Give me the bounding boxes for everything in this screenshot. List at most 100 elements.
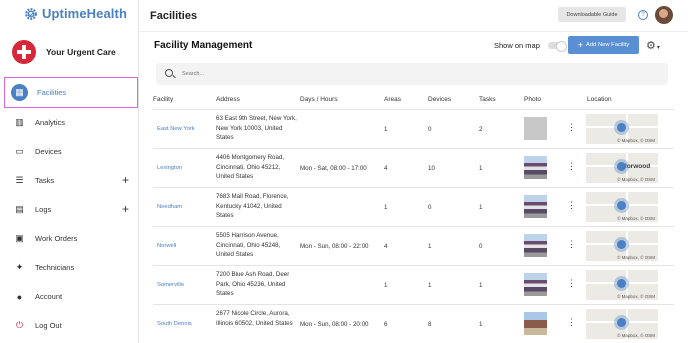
downloadable-guide-button[interactable]: Downloadable Guide (558, 7, 626, 22)
list-icon: ☰ (15, 175, 24, 185)
facility-photo[interactable] (524, 312, 547, 335)
sidebar-nav: ▦ Facilities ▥ Analytics ▭ Devices ☰ Tasks + ▤ Log… (0, 77, 139, 340)
clipboard-icon: ▣ (15, 233, 24, 243)
sidebar-item-devices[interactable]: ▭ Devices (0, 137, 139, 166)
sidebar-item-technicians[interactable]: ✦ Technicians (0, 253, 139, 282)
table-row[interactable]: Lexington 4406 Montgomery Road, Cincinnat… (153, 148, 674, 187)
row-menu-icon[interactable]: ⋮ (567, 162, 576, 171)
main-content: Facilities Downloadable Guide ? Facility… (139, 0, 688, 343)
facility-devices: 0 (428, 204, 432, 211)
facility-tasks: 1 (479, 321, 483, 328)
facility-photo[interactable] (524, 273, 547, 296)
facility-photo[interactable] (524, 156, 547, 179)
location-map[interactable]: © Mapbox, © OSM (586, 192, 658, 222)
app-logo[interactable]: UptimeHealth (24, 6, 127, 21)
location-map[interactable]: © Mapbox, © OSM (586, 309, 658, 339)
help-icon[interactable]: ? (638, 10, 648, 20)
row-menu-icon[interactable]: ⋮ (567, 123, 576, 132)
map-credit: © Mapbox, © OSM (617, 138, 655, 143)
facility-address: 63 East 9th Street, New York, New York 1… (216, 115, 297, 142)
sidebar-item-label: Account (35, 292, 63, 301)
devices-icon: ▭ (15, 146, 24, 156)
location-pin-icon (617, 240, 626, 249)
facility-tasks: 1 (479, 204, 483, 211)
facility-address: 7200 Blue Ash Road, Deer Park, Ohio 4523… (216, 271, 290, 298)
facility-devices: 8 (428, 321, 432, 328)
avatar[interactable] (655, 6, 673, 24)
table-row[interactable]: East New York 63 East 9th Street, New Yor… (153, 109, 674, 148)
facility-areas: 4 (384, 165, 388, 172)
location-map[interactable]: © Mapbox, © OSM (586, 270, 658, 300)
facility-areas: 1 (384, 126, 388, 133)
sidebar-item-label: Logs (35, 205, 52, 214)
add-new-facility-button[interactable]: + Add New Facility (568, 36, 639, 54)
facility-areas: 6 (384, 321, 388, 328)
facility-areas: 4 (384, 243, 388, 250)
sidebar-item-analytics[interactable]: ▥ Analytics (0, 108, 139, 137)
col-areas[interactable]: Areas (384, 96, 401, 103)
map-credit: © Mapbox, © OSM (617, 294, 655, 299)
table-row[interactable]: Needham 7683 Mall Road, Florence, Kentuck… (153, 187, 674, 226)
building-icon: ▦ (11, 84, 28, 101)
org-name: Your Urgent Care (46, 47, 116, 57)
facility-hours: Mon - Sun, 08:00 - 22:00 (300, 243, 369, 250)
sidebar-item-label: Analytics (35, 118, 66, 127)
location-pin-icon (617, 123, 626, 132)
row-menu-icon[interactable]: ⋮ (567, 240, 576, 249)
row-menu-icon[interactable]: ⋮ (567, 279, 576, 288)
add-tasks-plus-icon[interactable]: + (122, 174, 129, 186)
sidebar-item-label: Work Orders (35, 234, 78, 243)
facility-link[interactable]: East New York (157, 126, 195, 132)
col-tasks: Tasks (479, 96, 496, 103)
location-map[interactable]: Norwood © Mapbox, © OSM (586, 153, 658, 183)
show-on-map-toggle[interactable] (548, 41, 567, 52)
search-input[interactable] (182, 67, 482, 81)
red-cross-icon (12, 40, 36, 64)
table-row[interactable]: Norwell 5505 Harrison Avenue, Cincinnati,… (153, 226, 674, 265)
location-map[interactable]: © Mapbox, © OSM (586, 114, 658, 144)
row-menu-icon[interactable]: ⋮ (567, 201, 576, 210)
add-logs-plus-icon[interactable]: + (122, 203, 129, 215)
page-title: Facilities (150, 10, 198, 22)
table-row[interactable]: Somerville 7200 Blue Ash Road, Deer Park,… (153, 265, 674, 304)
sidebar-item-work-orders[interactable]: ▣ Work Orders (0, 224, 139, 253)
facility-link[interactable]: Somerville (157, 282, 184, 288)
org-switcher[interactable]: Your Urgent Care (12, 40, 116, 64)
col-devices[interactable]: Devices (428, 96, 451, 103)
facility-link[interactable]: Needham (157, 204, 182, 210)
facility-photo[interactable] (524, 195, 547, 218)
table-row[interactable]: South Dennis 2677 Nicole Circle, Aurora, … (153, 304, 674, 343)
col-days-hours[interactable]: Days / Hours (300, 96, 338, 103)
facility-link[interactable]: Lexington (157, 165, 182, 171)
sidebar-item-facilities[interactable]: ▦ Facilities (4, 77, 138, 108)
facility-photo[interactable] (524, 117, 547, 140)
col-address[interactable]: Address (216, 96, 240, 103)
top-bar: Facilities Downloadable Guide ? (139, 0, 688, 32)
facility-photo[interactable] (524, 234, 547, 257)
location-map[interactable]: © Mapbox, © OSM (586, 231, 658, 261)
sidebar-item-label: Facilities (37, 88, 67, 97)
facility-devices: 0 (428, 126, 432, 133)
map-credit: © Mapbox, © OSM (617, 216, 655, 221)
sidebar: UptimeHealth Your Urgent Care ▦ Facilitie… (0, 0, 139, 343)
map-credit: © Mapbox, © OSM (617, 255, 655, 260)
location-pin-icon (617, 279, 626, 288)
col-facility[interactable]: Facility (153, 96, 173, 103)
sidebar-item-account[interactable]: ● Account (0, 282, 139, 311)
col-photo: Photo (524, 96, 541, 103)
sidebar-item-tasks[interactable]: ☰ Tasks + (0, 166, 139, 195)
settings-gear-icon: ⚙ (646, 40, 656, 52)
table-header: Facility Address Days / Hours Areas Devi… (139, 96, 688, 110)
settings-menu-button[interactable]: ⚙▾ (646, 39, 660, 52)
row-menu-icon[interactable]: ⋮ (567, 318, 576, 327)
sidebar-item-log-out[interactable]: ⏻ Log Out (0, 311, 139, 340)
location-pin-icon (617, 201, 626, 210)
facility-address: 4406 Montgomery Road, Cincinnati, Ohio 4… (216, 154, 285, 181)
facility-link[interactable]: South Dennis (157, 321, 192, 327)
sidebar-item-logs[interactable]: ▤ Logs + (0, 195, 139, 224)
map-credit: © Mapbox, © OSM (617, 177, 655, 182)
facility-tasks: 2 (479, 126, 483, 133)
facility-tasks: 1 (479, 165, 483, 172)
facility-link[interactable]: Norwell (157, 243, 176, 249)
col-location: Location (587, 96, 612, 103)
